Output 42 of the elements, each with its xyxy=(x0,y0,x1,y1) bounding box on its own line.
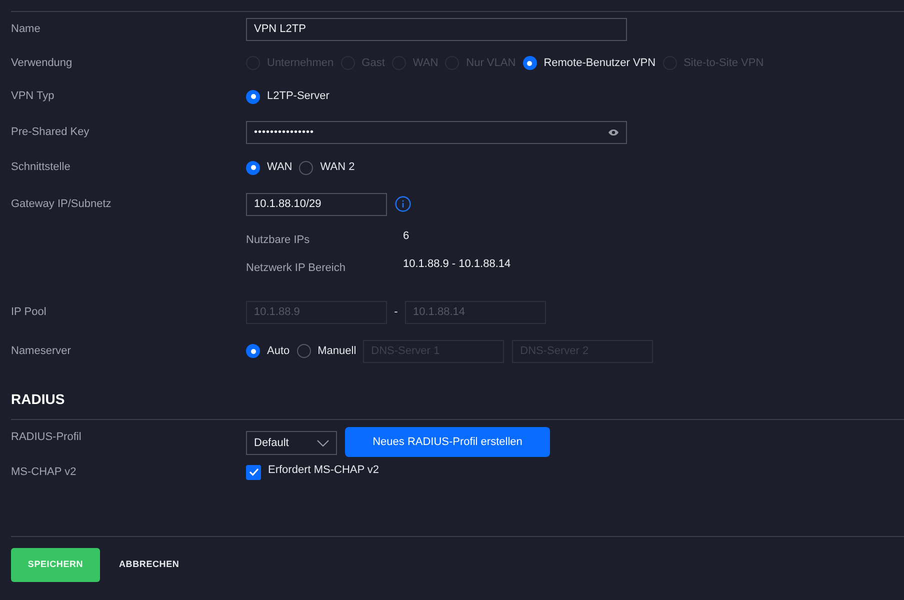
create-profile-button[interactable]: Neues RADIUS-Profil erstellen xyxy=(345,427,550,457)
checkbox-label: Erfordert MS-CHAP v2 xyxy=(268,462,380,478)
field-label: RADIUS-Profil xyxy=(11,431,82,443)
field-label: Gateway IP/Subnetz xyxy=(11,198,112,210)
section-title: RADIUS xyxy=(11,390,65,409)
password-field[interactable]: ••••••••••••••• xyxy=(246,120,627,144)
checkmark-icon xyxy=(248,468,258,476)
field-label: Verwendung xyxy=(11,56,72,69)
range-separator: - xyxy=(393,304,399,320)
radio-button[interactable] xyxy=(299,160,314,174)
field-label: IP Pool xyxy=(11,306,46,318)
radio-button[interactable] xyxy=(246,160,260,174)
stat-label: Nutzbare IPs xyxy=(246,232,311,248)
checkbox[interactable] xyxy=(246,464,261,480)
field-label: Nameserver xyxy=(11,344,71,357)
radio-button[interactable] xyxy=(246,90,260,104)
profile-select[interactable]: Default xyxy=(246,431,337,455)
field-label: VPN Typ xyxy=(11,90,54,102)
radio-label: Auto xyxy=(267,344,290,359)
chevron-down-icon xyxy=(317,440,329,446)
gateway-input[interactable]: 10.1.88.10/29 xyxy=(246,192,387,216)
radio-label: WAN xyxy=(267,160,292,176)
select-value: Default xyxy=(254,436,289,451)
radio-label: Manuell xyxy=(318,344,356,359)
radio-label: Remote-Benutzer VPN xyxy=(544,56,656,71)
field-label: MS-CHAP v2 xyxy=(11,466,76,478)
info-icon[interactable] xyxy=(395,196,411,212)
eye-icon[interactable] xyxy=(608,128,619,136)
radio-button[interactable] xyxy=(296,344,311,358)
field-label: Schnittstelle xyxy=(11,161,70,174)
radio-label: L2TP-Server xyxy=(267,89,330,104)
stat-label: Netzwerk IP Bereich xyxy=(246,260,346,276)
radio-button[interactable] xyxy=(522,56,537,70)
stat-value: 10.1.88.9 - 10.1.88.14 xyxy=(403,256,511,272)
radio-button[interactable] xyxy=(246,344,260,358)
field-label: Name xyxy=(11,22,40,35)
field-label: Pre-Shared Key xyxy=(11,126,90,138)
stat-value: 6 xyxy=(403,228,410,244)
name-input[interactable]: VPN L2TP xyxy=(246,18,627,40)
cancel-button[interactable]: ABBRECHEN xyxy=(118,548,180,582)
radio-label: WAN 2 xyxy=(320,160,355,176)
password-value: ••••••••••••••• xyxy=(254,126,314,140)
